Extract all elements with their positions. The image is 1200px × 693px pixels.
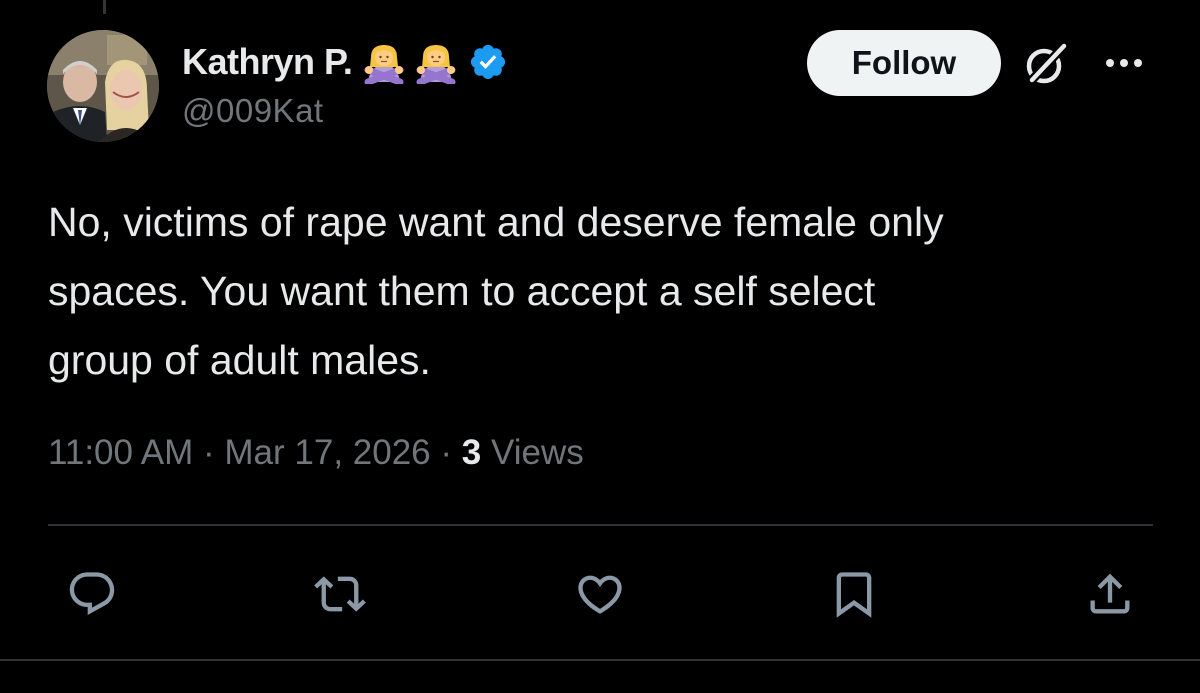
more-options-icon[interactable] xyxy=(1100,50,1148,76)
meta-separator: · xyxy=(440,433,453,472)
tweet-time[interactable]: 11:00 AM xyxy=(48,433,193,472)
meta-separator: · xyxy=(203,433,215,472)
like-icon xyxy=(578,575,622,614)
share-button[interactable] xyxy=(1082,566,1138,622)
follow-button[interactable]: Follow xyxy=(807,30,1001,96)
views-label: Views xyxy=(490,433,584,472)
person-gesturing-no-emoji xyxy=(362,40,406,86)
retweet-button[interactable] xyxy=(312,566,368,622)
tweet-metadata: 11:00 AM · Mar 17, 2026 · 3 Views xyxy=(48,428,584,478)
author-handle[interactable]: @009Kat xyxy=(182,92,324,130)
retweet-icon xyxy=(314,576,366,612)
tweet-date[interactable]: Mar 17, 2026 xyxy=(224,433,430,472)
views-count: 3 xyxy=(461,433,482,472)
verified-badge-icon[interactable] xyxy=(468,42,508,82)
tweet-text: No, victims of rape want and deserve fem… xyxy=(48,188,1158,395)
reply-button[interactable] xyxy=(64,566,120,622)
tweet-text-line: spaces. You want them to accept a self s… xyxy=(48,268,876,314)
grok-icon[interactable] xyxy=(1022,40,1070,88)
author-name-row: Kathryn P. xyxy=(182,38,508,86)
share-icon xyxy=(1090,573,1130,614)
tweet-text-line: group of adult males. xyxy=(48,337,431,383)
person-gesturing-no-emoji xyxy=(414,40,458,86)
avatar[interactable] xyxy=(47,30,159,142)
reply-icon xyxy=(69,572,115,616)
bookmark-button[interactable] xyxy=(826,566,882,622)
bottom-divider xyxy=(0,659,1200,661)
bookmark-icon xyxy=(836,572,872,618)
divider xyxy=(48,524,1153,526)
like-button[interactable] xyxy=(572,566,628,622)
thread-connector-line xyxy=(103,0,106,14)
tweet-text-line: No, victims of rape want and deserve fem… xyxy=(48,199,944,245)
avatar-photo xyxy=(47,30,159,142)
author-display-name[interactable]: Kathryn P. xyxy=(182,41,353,83)
